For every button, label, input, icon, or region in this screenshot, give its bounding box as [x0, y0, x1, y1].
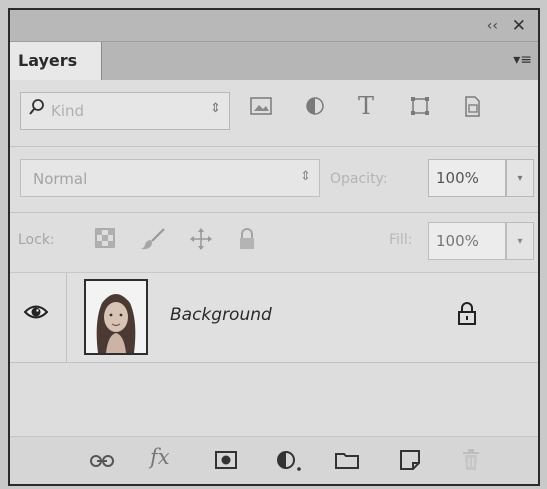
lock-image-pixels-icon[interactable]	[140, 228, 166, 255]
filter-kind-select[interactable]: Kind ⇕	[20, 92, 230, 130]
delete-layer-trash-icon[interactable]	[462, 449, 480, 476]
blend-mode-label: Normal	[33, 170, 88, 188]
blend-row: Normal ⇕ Opacity: 100% ▾	[10, 146, 538, 212]
layer-locked-icon	[457, 301, 477, 329]
layer-name[interactable]: Background	[170, 305, 272, 325]
smart-object-filter-icon[interactable]	[462, 96, 482, 123]
tab-strip: Layers ▾≡	[10, 42, 538, 80]
new-layer-icon[interactable]	[400, 450, 420, 475]
lock-transparent-pixels-icon[interactable]	[95, 228, 115, 253]
image-filter-icon[interactable]	[250, 96, 272, 121]
panel-menu-icon[interactable]: ▾≡	[513, 52, 532, 68]
layer-thumbnail[interactable]	[84, 279, 148, 355]
lock-all-icon[interactable]	[238, 228, 256, 255]
lock-position-icon[interactable]	[190, 228, 212, 255]
layers-panel: ‹‹ ✕ Layers ▾≡ Kind ⇕ T Normal ⇕ Opacity…	[8, 8, 540, 486]
link-layers-icon[interactable]	[90, 451, 114, 473]
filter-row: Kind ⇕ T	[10, 80, 538, 146]
fill-field[interactable]: 100%	[428, 222, 506, 260]
collapse-panel-icon[interactable]: ‹‹	[487, 18, 498, 34]
panel-body: Kind ⇕ T Normal ⇕ Opacity: 100% ▾ Lock: …	[10, 80, 538, 484]
fill-dropdown-button[interactable]: ▾	[506, 222, 534, 260]
search-icon	[29, 99, 45, 122]
opacity-field[interactable]: 100%	[428, 159, 506, 197]
add-mask-icon[interactable]	[215, 451, 237, 474]
lock-row: Lock: Fill: 100% ▾	[10, 212, 538, 272]
layer-row[interactable]: Background	[10, 273, 538, 363]
opacity-label: Opacity:	[330, 171, 388, 187]
opacity-dropdown-button[interactable]: ▾	[506, 159, 534, 197]
tab-layers[interactable]: Layers	[10, 42, 102, 80]
close-icon[interactable]: ✕	[512, 16, 526, 36]
visibility-column-divider	[66, 273, 67, 362]
tab-layers-label: Layers	[18, 51, 78, 70]
fill-label: Fill:	[389, 232, 413, 248]
new-group-folder-icon[interactable]	[335, 451, 359, 474]
select-arrows-icon: ⇕	[300, 169, 311, 184]
select-arrows-icon: ⇕	[210, 101, 221, 116]
type-filter-icon[interactable]: T	[358, 92, 374, 120]
layer-style-fx-icon[interactable]: fx	[150, 445, 170, 469]
lock-label: Lock:	[18, 232, 55, 248]
new-adjustment-layer-icon[interactable]	[276, 450, 302, 477]
blend-mode-select[interactable]: Normal ⇕	[20, 159, 320, 197]
layers-list: Background	[10, 272, 538, 460]
eye-icon[interactable]	[23, 303, 49, 325]
bottom-toolbar: fx	[10, 436, 538, 484]
panel-title-bar: ‹‹ ✕	[10, 10, 538, 42]
shape-filter-icon[interactable]	[410, 96, 430, 121]
adjustment-filter-icon[interactable]	[305, 96, 325, 121]
filter-kind-label: Kind	[51, 102, 85, 120]
